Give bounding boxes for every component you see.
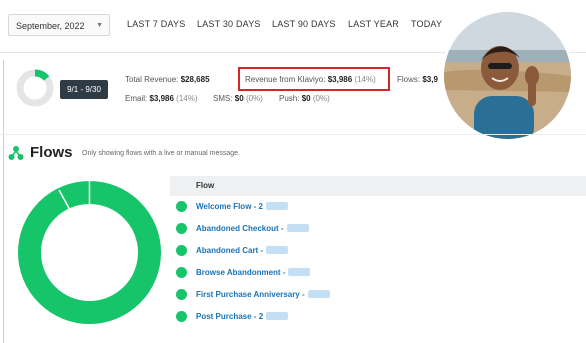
redacted-suffix (265, 202, 288, 210)
left-border (3, 60, 4, 343)
date-range-pill: 9/1 - 9/30 (60, 80, 108, 99)
push-revenue-pct: (0%) (312, 94, 330, 103)
redacted-suffix (266, 246, 289, 254)
range-last-30-days[interactable]: LAST 30 DAYS (197, 19, 261, 29)
push-revenue-value: $0 (301, 94, 311, 103)
flow-name-link[interactable]: Welcome Flow - 2 (196, 202, 288, 211)
flow-status-dot (176, 267, 187, 278)
flow-row[interactable]: Post Purchase - 2 (176, 309, 586, 325)
range-last-7-days[interactable]: LAST 7 DAYS (127, 19, 185, 29)
push-revenue-stat: Push: $0 (0%) (279, 94, 330, 103)
month-select-value: September, 2022 (16, 21, 85, 31)
email-revenue-value: $3,986 (149, 94, 174, 103)
presenter-avatar (444, 12, 571, 139)
section-divider (0, 134, 586, 135)
email-revenue-label: Email: (125, 94, 148, 103)
range-today[interactable]: TODAY (411, 19, 442, 29)
redacted-suffix (266, 312, 289, 320)
flows-icon (8, 146, 24, 160)
redacted-suffix (307, 290, 330, 298)
sms-revenue-stat: SMS: $0 (0%) (213, 94, 263, 103)
flow-row[interactable]: Browse Abandonment - (176, 265, 586, 281)
flow-row[interactable]: Abandoned Cart - (176, 243, 586, 259)
flows-table-header: Flow (170, 176, 586, 196)
redacted-suffix (288, 268, 311, 276)
sms-revenue-label: SMS: (213, 94, 233, 103)
flows-revenue-donut (18, 181, 161, 324)
range-last-year[interactable]: LAST YEAR (348, 19, 399, 29)
flow-status-dot (176, 223, 187, 234)
email-revenue-stat: Email: $3,986 (14%) (125, 94, 198, 103)
redacted-suffix (286, 224, 309, 232)
flow-status-dot (176, 311, 187, 322)
sms-revenue-pct: (0%) (245, 94, 263, 103)
email-revenue-pct: (14%) (176, 94, 198, 103)
month-select[interactable]: September, 2022 ▼ (8, 14, 110, 36)
push-revenue-label: Push: (279, 94, 300, 103)
flow-name-link[interactable]: Post Purchase - 2 (196, 312, 289, 321)
flow-name-link[interactable]: First Purchase Anniversary - (196, 290, 330, 299)
sms-revenue-value: $0 (234, 94, 244, 103)
total-revenue-stat: Total Revenue: $28,685 (125, 75, 210, 84)
revenue-share-donut (16, 69, 54, 107)
presenter-photo (444, 12, 571, 139)
range-last-90-days[interactable]: LAST 90 DAYS (272, 19, 336, 29)
total-revenue-value: $28,685 (180, 75, 210, 84)
flow-status-dot (176, 201, 187, 212)
flows-revenue-label: Flows: (397, 75, 421, 84)
flow-name-link[interactable]: Abandoned Checkout - (196, 224, 309, 233)
flow-row[interactable]: First Purchase Anniversary - (176, 287, 586, 303)
chevron-down-icon: ▼ (96, 22, 103, 29)
flows-revenue-value: $3,9 (422, 75, 438, 84)
flows-revenue-stat: Flows: $3,9 (397, 75, 438, 84)
flow-row[interactable]: Welcome Flow - 2 (176, 199, 586, 215)
flow-row[interactable]: Abandoned Checkout - (176, 221, 586, 237)
flow-status-dot (176, 245, 187, 256)
klaviyo-highlight-box (238, 67, 390, 91)
flow-status-dot (176, 289, 187, 300)
flows-donut-ring (18, 181, 161, 324)
flows-section-title: Flows (30, 144, 73, 161)
total-revenue-label: Total Revenue: (125, 75, 179, 84)
flow-column-header: Flow (196, 181, 215, 190)
flows-section-note: Only showing flows with a live or manual… (82, 150, 240, 157)
flow-name-link[interactable]: Browse Abandonment - (196, 268, 311, 277)
flow-name-link[interactable]: Abandoned Cart - (196, 246, 289, 255)
